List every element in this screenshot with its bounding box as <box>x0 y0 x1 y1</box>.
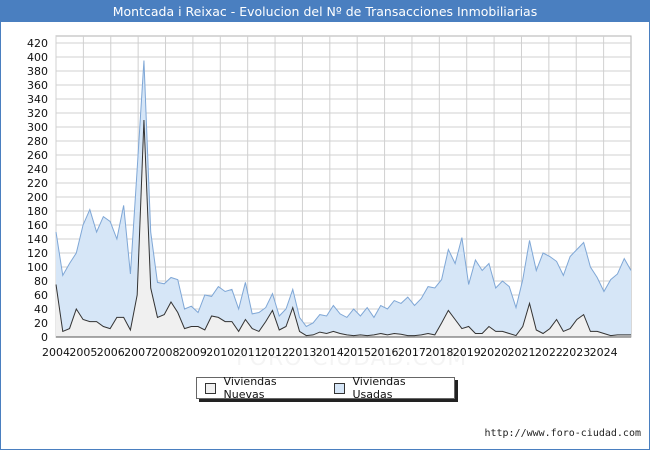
y-tick-label: 220 <box>27 177 48 190</box>
y-tick-label: 160 <box>27 219 48 232</box>
x-tick-label: 2008 <box>152 346 180 359</box>
chart-frame: Montcada i Reixac - Evolucion del Nº de … <box>0 0 650 450</box>
y-tick-label: 260 <box>27 149 48 162</box>
y-tick-label: 320 <box>27 107 48 120</box>
y-tick-label: 280 <box>27 135 48 148</box>
y-tick-label: 200 <box>27 191 48 204</box>
x-tick-label: 2009 <box>179 346 207 359</box>
legend-label-nuevas: Viviendas Nuevas <box>223 375 277 401</box>
legend-swatch-nuevas <box>205 382 216 394</box>
y-tick-label: 140 <box>27 233 48 246</box>
y-tick-label: 300 <box>27 121 48 134</box>
legend-swatch-usadas <box>333 382 345 394</box>
y-tick-label: 120 <box>27 247 48 260</box>
x-tick-label: 2024 <box>590 346 618 359</box>
x-tick-label: 2022 <box>535 346 563 359</box>
y-tick-label: 180 <box>27 205 48 218</box>
y-tick-label: 400 <box>27 51 48 64</box>
y-tick-label: 360 <box>27 79 48 92</box>
x-tick-label: 2007 <box>124 346 152 359</box>
y-tick-label: 240 <box>27 163 48 176</box>
y-tick-label: 340 <box>27 93 48 106</box>
y-tick-label: 80 <box>34 275 48 288</box>
y-tick-label: 40 <box>34 303 48 316</box>
legend: Viviendas Nuevas Viviendas Usadas <box>196 375 455 401</box>
x-tick-label: 2010 <box>206 346 234 359</box>
x-tick-label: 2006 <box>97 346 125 359</box>
x-tick-label: 2023 <box>562 346 590 359</box>
y-tick-label: 60 <box>34 289 48 302</box>
x-tick-label: 2005 <box>69 346 97 359</box>
legend-item-nuevas: Viviendas Nuevas <box>205 375 316 401</box>
y-tick-label: 380 <box>27 65 48 78</box>
legend-label-usadas: Viviendas Usadas <box>352 375 406 401</box>
y-tick-label: 20 <box>34 317 48 330</box>
y-tick-label: 100 <box>27 261 48 274</box>
legend-item-usadas: Viviendas Usadas <box>333 375 444 401</box>
source-credit: http://www.foro-ciudad.com <box>484 428 641 439</box>
watermark: FORO-CIUDAD.COM <box>236 346 467 371</box>
y-tick-label: 0 <box>41 331 48 344</box>
y-tick-label: 420 <box>27 37 48 50</box>
x-tick-label: 2021 <box>507 346 535 359</box>
x-tick-label: 2004 <box>42 346 70 359</box>
x-tick-label: 2020 <box>480 346 508 359</box>
